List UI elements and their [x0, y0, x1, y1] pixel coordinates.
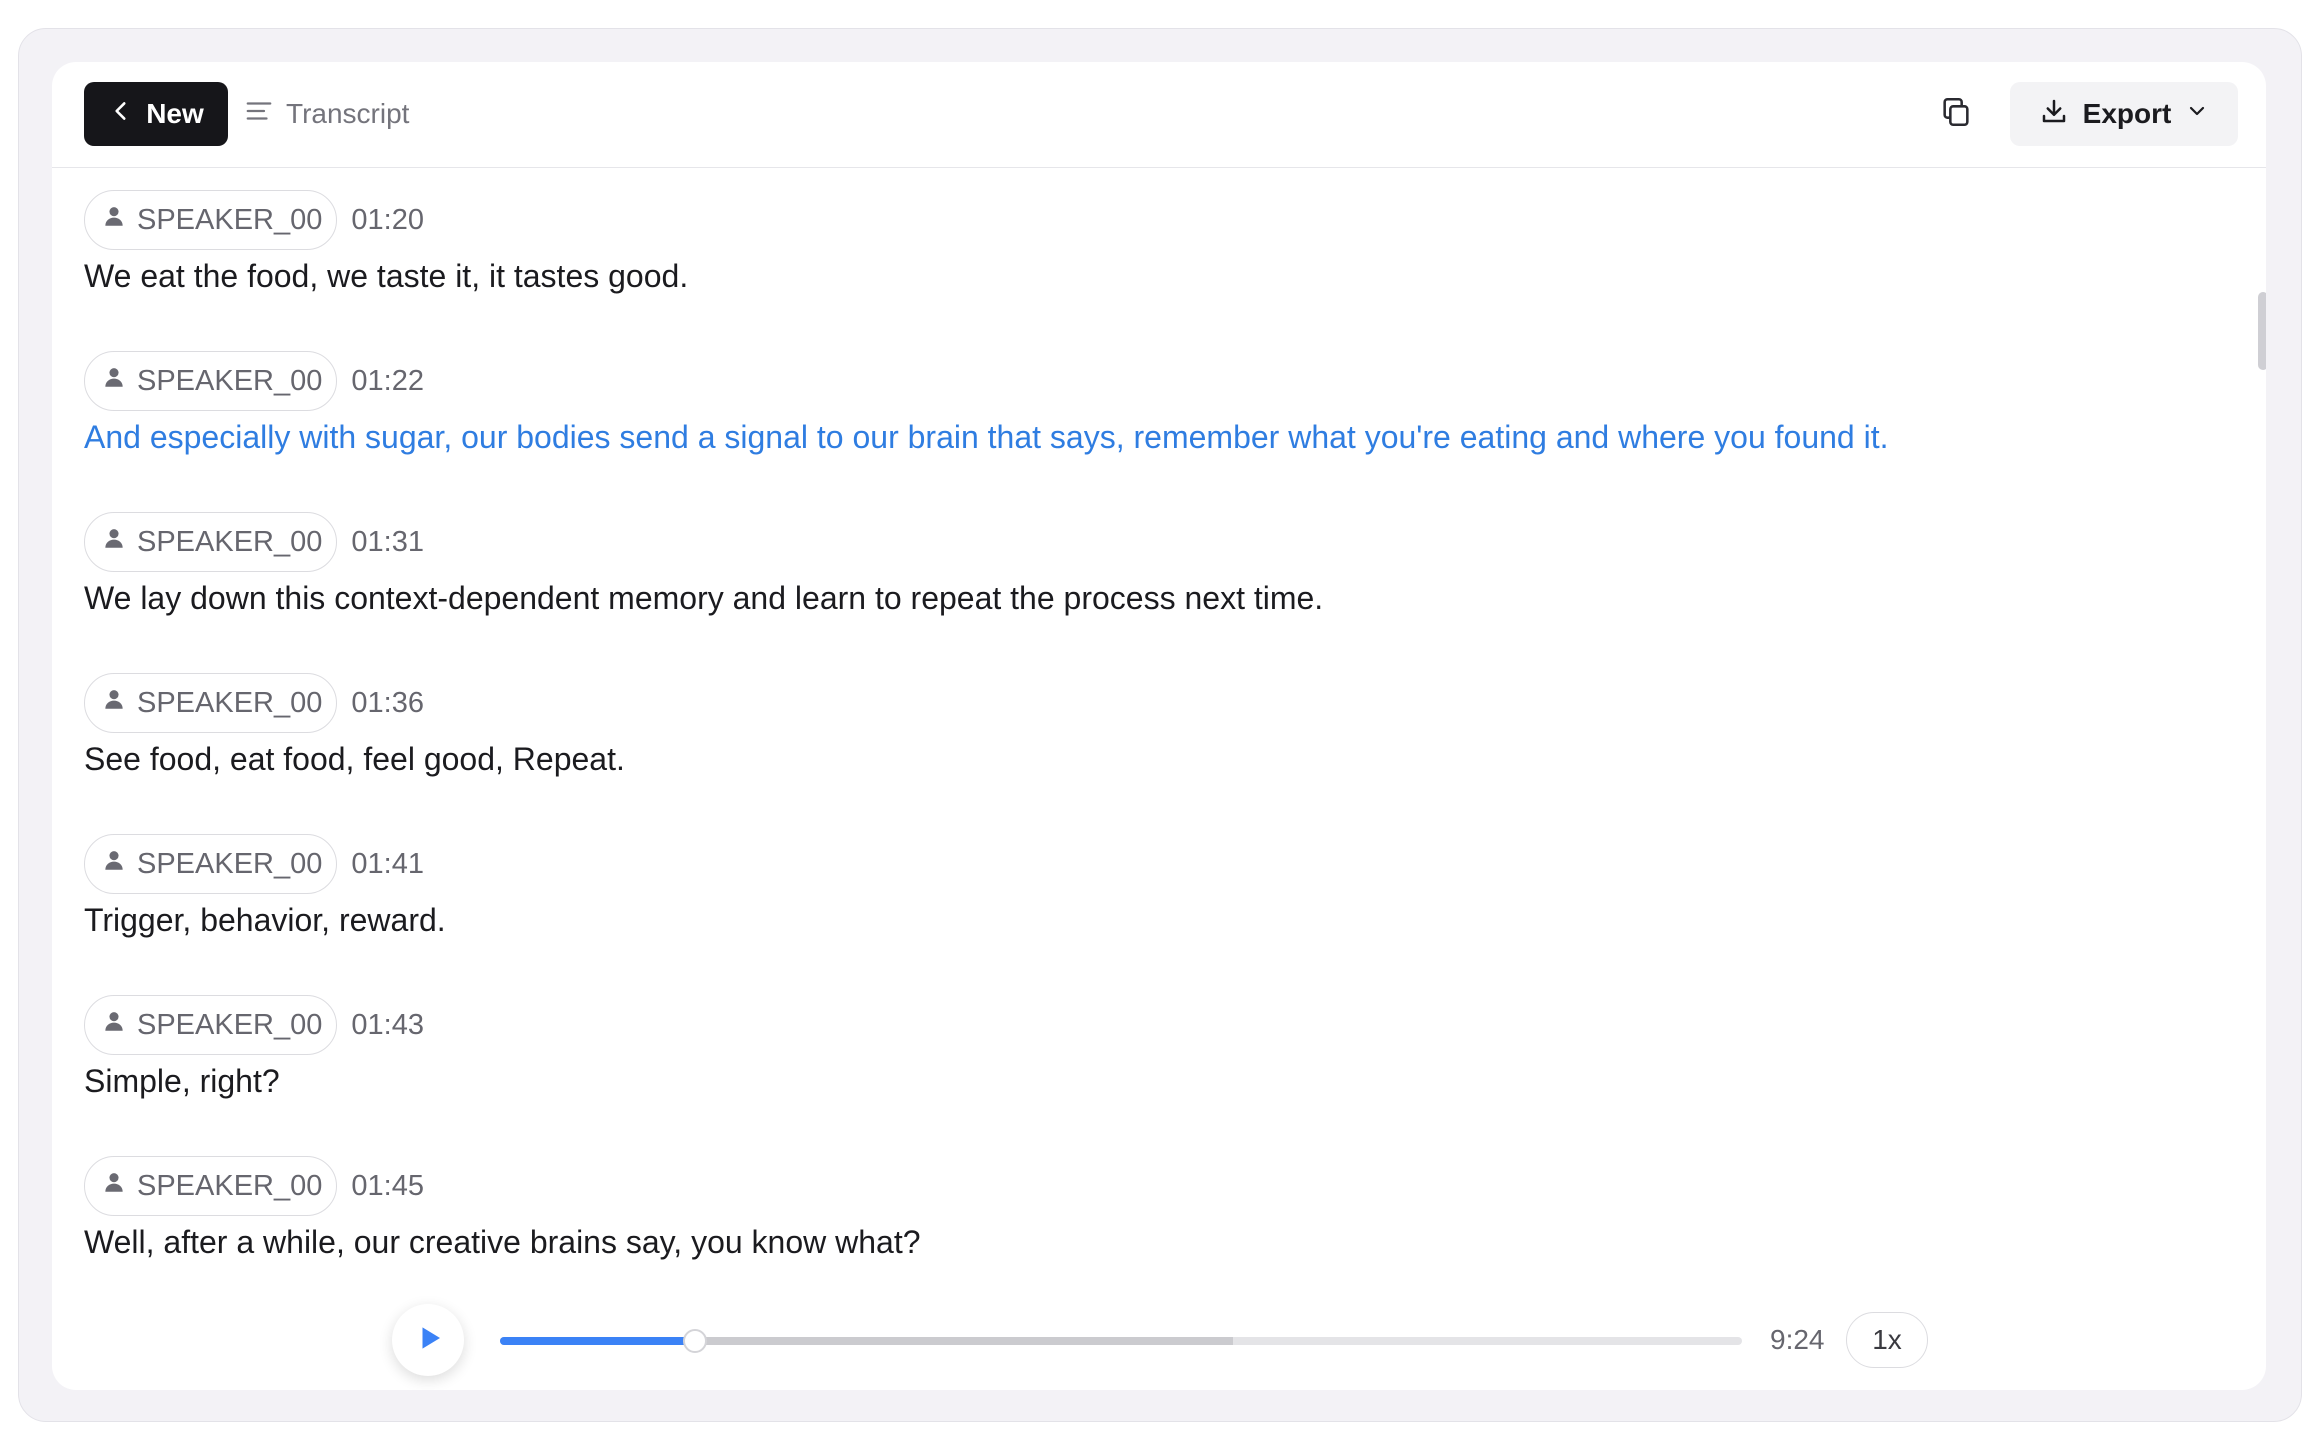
speaker-badge[interactable]: SPEAKER_00 — [84, 995, 338, 1055]
export-label: Export — [2082, 98, 2172, 129]
tab-label: Transcript — [286, 98, 410, 129]
entry-meta: SPEAKER_00 01:22 — [84, 351, 424, 411]
speaker-name: SPEAKER_00 — [137, 847, 323, 880]
tab-transcript[interactable]: Transcript — [244, 82, 409, 146]
utterance-text: See food, eat food, feel good, Repeat. — [84, 741, 625, 777]
toolbar: New Transcript Export — [52, 62, 2266, 168]
speaker-name: SPEAKER_00 — [137, 525, 323, 558]
speaker-badge[interactable]: SPEAKER_00 — [84, 190, 338, 250]
lines-icon — [244, 96, 274, 133]
transcript-entry[interactable]: SPEAKER_00 01:22 And especially with sug… — [84, 351, 2204, 512]
utterance-text: Well, after a while, our creative brains… — [84, 1224, 921, 1260]
user-icon — [101, 686, 127, 720]
transcript-entry[interactable]: SPEAKER_00 01:20 We eat the food, we tas… — [84, 190, 2204, 351]
play-icon — [411, 1323, 445, 1358]
speaker-badge[interactable]: SPEAKER_00 — [84, 512, 338, 572]
entry-meta: SPEAKER_00 01:43 — [84, 995, 424, 1055]
audio-player: 9:24 1x — [52, 1290, 2266, 1390]
transcript-entry[interactable]: SPEAKER_00 01:36 See food, eat food, fee… — [84, 673, 2204, 834]
utterance-text: Trigger, behavior, reward. — [84, 902, 446, 938]
chevron-down-icon — [2185, 98, 2209, 130]
speaker-badge[interactable]: SPEAKER_00 — [84, 351, 338, 411]
speaker-name: SPEAKER_00 — [137, 1169, 323, 1202]
entry-meta: SPEAKER_00 01:20 — [84, 190, 424, 250]
scrollbar-thumb[interactable] — [2258, 292, 2266, 370]
seek-handle[interactable] — [682, 1329, 707, 1353]
timestamp[interactable]: 01:45 — [351, 1170, 424, 1203]
timestamp[interactable]: 01:36 — [351, 687, 424, 720]
timestamp[interactable]: 01:43 — [351, 1009, 424, 1042]
utterance-text: Simple, right? — [84, 1063, 280, 1099]
timestamp[interactable]: 01:20 — [351, 204, 424, 237]
transcript-entry[interactable]: SPEAKER_00 01:43 Simple, right? — [84, 995, 2204, 1156]
playback-speed-button[interactable]: 1x — [1846, 1312, 1928, 1368]
duration-label: 9:24 — [1770, 1324, 1825, 1355]
speaker-badge[interactable]: SPEAKER_00 — [84, 673, 338, 733]
new-button-label: New — [146, 98, 204, 129]
new-button[interactable]: New — [84, 82, 228, 146]
transcript-entry[interactable]: SPEAKER_00 01:41 Trigger, behavior, rewa… — [84, 834, 2204, 995]
user-icon — [101, 847, 127, 881]
utterance-text: And especially with sugar, our bodies se… — [84, 419, 1889, 455]
speaker-name: SPEAKER_00 — [137, 1008, 323, 1041]
user-icon — [101, 1169, 127, 1203]
timestamp[interactable]: 01:41 — [351, 848, 424, 881]
entry-meta: SPEAKER_00 01:31 — [84, 512, 424, 572]
entry-meta: SPEAKER_00 01:36 — [84, 673, 424, 733]
user-icon — [101, 364, 127, 398]
export-button[interactable]: Export — [2010, 82, 2238, 146]
copy-button[interactable] — [1934, 92, 1978, 136]
transcript-list: SPEAKER_00 01:20 We eat the food, we tas… — [84, 190, 2204, 1317]
utterance-text: We eat the food, we taste it, it tastes … — [84, 258, 689, 294]
copy-icon — [1939, 95, 1973, 134]
timestamp[interactable]: 01:22 — [351, 365, 424, 398]
user-icon — [101, 525, 127, 559]
transcript-entry[interactable]: SPEAKER_00 01:31 We lay down this contex… — [84, 512, 2204, 673]
played-range — [500, 1337, 695, 1345]
download-icon — [2039, 96, 2069, 133]
speaker-name: SPEAKER_00 — [137, 686, 323, 719]
play-button[interactable] — [392, 1304, 464, 1376]
entry-meta: SPEAKER_00 01:41 — [84, 834, 424, 894]
speaker-name: SPEAKER_00 — [137, 364, 323, 397]
entry-meta: SPEAKER_00 01:45 — [84, 1156, 424, 1216]
timestamp[interactable]: 01:31 — [351, 526, 424, 559]
speaker-name: SPEAKER_00 — [137, 203, 323, 236]
user-icon — [101, 1008, 127, 1042]
user-icon — [101, 203, 127, 237]
speaker-badge[interactable]: SPEAKER_00 — [84, 834, 338, 894]
utterance-text: We lay down this context-dependent memor… — [84, 580, 1324, 616]
chevron-left-icon — [108, 98, 134, 131]
speaker-badge[interactable]: SPEAKER_00 — [84, 1156, 338, 1216]
transcript-panel: New Transcript Export SPEAKER_00 01:20 W… — [52, 62, 2266, 1390]
